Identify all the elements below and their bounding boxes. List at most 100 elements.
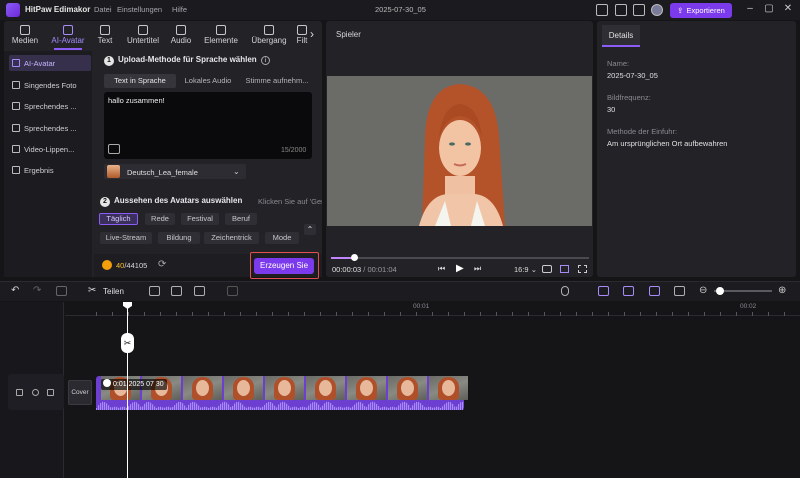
tab-local-audio[interactable]: Lokales Audio xyxy=(176,74,240,88)
chip-fashion[interactable]: Mode xyxy=(265,232,299,244)
chip-cartoon[interactable]: Zeichentrick xyxy=(204,232,259,244)
tab-elements[interactable]: Elemente xyxy=(199,25,243,47)
waveform-bar xyxy=(142,406,144,410)
ruler-tick xyxy=(720,312,721,316)
tab-record-voice[interactable]: Stimme aufnehm... xyxy=(240,74,314,88)
zoom-knob[interactable] xyxy=(716,287,724,295)
playhead[interactable] xyxy=(127,302,128,478)
waveform-bar xyxy=(400,403,402,410)
close-icon[interactable]: ✕ xyxy=(781,2,795,16)
chip-speech[interactable]: Rede xyxy=(145,213,175,225)
split-scissors-icon[interactable]: ✂ xyxy=(121,333,134,353)
next-frame-icon[interactable]: ⏭ xyxy=(474,264,481,274)
sidebar-item-singing-photo[interactable]: Singendes Foto xyxy=(9,77,91,93)
chip-festival[interactable]: Festival xyxy=(181,213,219,225)
link-icon[interactable] xyxy=(598,286,609,296)
shield-icon[interactable] xyxy=(149,286,160,296)
magic-wand-icon[interactable] xyxy=(108,144,120,154)
snap-icon[interactable] xyxy=(623,286,634,296)
cover-button[interactable]: Cover xyxy=(68,380,92,405)
snapshot-icon[interactable] xyxy=(542,265,552,273)
cart-icon[interactable] xyxy=(596,4,608,16)
chip-livestream[interactable]: Live-Stream xyxy=(100,232,152,244)
minimize-icon[interactable]: – xyxy=(743,2,757,16)
fit-icon[interactable] xyxy=(674,286,685,296)
chevron-down-icon[interactable]: ⌄ xyxy=(233,167,240,176)
clip-play-icon xyxy=(103,379,111,387)
ruler-tick xyxy=(768,312,769,316)
waveform-bar xyxy=(408,404,410,410)
tab-text[interactable]: Text xyxy=(88,25,122,47)
info-icon[interactable]: i xyxy=(260,56,270,65)
tab-ai-avatar[interactable]: AI-Avatar xyxy=(46,25,90,50)
chip-job[interactable]: Beruf xyxy=(225,213,257,225)
split-label[interactable]: Teilen xyxy=(103,287,124,296)
audio-icon xyxy=(176,25,186,35)
sidebar-item-lipsync[interactable]: Video-Lippen... xyxy=(9,141,91,157)
video-preview[interactable] xyxy=(327,76,592,226)
lock-icon[interactable] xyxy=(16,389,23,396)
user-avatar-icon[interactable] xyxy=(651,4,663,16)
aspect-ratio-select[interactable]: 16:9 ⌄ xyxy=(514,265,537,274)
sidebar-item-talking-1[interactable]: Sprechendes ... xyxy=(9,98,91,114)
waveform-bar xyxy=(168,406,170,410)
waveform-bar xyxy=(244,406,246,410)
tab-transition[interactable]: Übergang xyxy=(247,25,291,47)
chip-education[interactable]: Bildung xyxy=(158,232,200,244)
sidebar-item-result[interactable]: Ergebnis xyxy=(9,162,91,178)
waveform-bar xyxy=(388,407,390,410)
tab-audio[interactable]: Audio xyxy=(164,25,198,47)
generate-button[interactable]: Erzeugen Sie xyxy=(254,258,314,274)
delete-icon[interactable] xyxy=(56,286,67,296)
zoom-in-icon[interactable]: ⊕ xyxy=(778,285,786,296)
app-logo-icon xyxy=(6,3,20,17)
redo-icon[interactable]: ↷ xyxy=(33,285,41,296)
name-label: Name: xyxy=(607,59,630,68)
zoom-out-icon[interactable]: ⊖ xyxy=(699,285,707,296)
speaker-icon[interactable] xyxy=(47,389,54,396)
export-button[interactable]: ⇪ Exportieren xyxy=(670,3,732,18)
tab-subtitles[interactable]: Untertitel xyxy=(121,25,165,47)
waveform-bar xyxy=(438,406,440,410)
player-progress-track[interactable] xyxy=(331,257,589,259)
scissors-icon[interactable]: ✂ xyxy=(88,285,96,296)
crop-icon[interactable] xyxy=(194,286,205,296)
collapse-chevron-icon[interactable]: ⌃ xyxy=(304,224,316,235)
sidebar-item-talking-2[interactable]: Sprechendes ... xyxy=(9,120,91,136)
ruler-tick xyxy=(304,312,305,316)
waveform-bar xyxy=(350,407,352,410)
menu-file[interactable]: Datei xyxy=(94,5,112,14)
menu-help[interactable]: Hilfe xyxy=(172,5,187,14)
ruler-tick xyxy=(272,312,273,316)
waveform-bar xyxy=(146,402,148,410)
text-box-icon[interactable] xyxy=(171,286,182,296)
grid-icon[interactable] xyxy=(560,265,569,273)
waveform-bar xyxy=(240,402,242,410)
tab-filter[interactable]: Filt xyxy=(292,25,312,47)
fullscreen-icon[interactable] xyxy=(578,265,587,273)
waveform-bar xyxy=(252,407,254,410)
ruler-tick xyxy=(416,312,417,316)
message-icon[interactable] xyxy=(615,4,627,16)
feedback-icon[interactable] xyxy=(633,4,645,16)
unlink-icon[interactable] xyxy=(649,286,660,296)
add-icon[interactable] xyxy=(227,286,238,296)
play-icon[interactable]: ▶ xyxy=(456,263,464,274)
player-progress-knob[interactable] xyxy=(351,254,358,261)
undo-icon[interactable]: ↶ xyxy=(11,285,19,296)
waveform-bar xyxy=(356,402,358,410)
microphone-icon[interactable] xyxy=(561,286,569,296)
prev-frame-icon[interactable]: ⏮ xyxy=(438,264,445,274)
menu-settings[interactable]: Einstellungen xyxy=(117,5,162,14)
tab-media[interactable]: Medien xyxy=(4,25,46,47)
refresh-icon[interactable]: ⟳ xyxy=(158,259,166,270)
maximize-icon[interactable]: ▢ xyxy=(762,2,776,16)
tab-details[interactable]: Details xyxy=(602,25,640,47)
eye-icon[interactable] xyxy=(32,389,39,396)
sidebar-item-ai-avatar[interactable]: AI-Avatar xyxy=(9,55,91,71)
chip-daily[interactable]: Täglich xyxy=(99,213,138,225)
waveform-bar xyxy=(410,407,412,410)
chevron-right-icon[interactable]: › xyxy=(310,27,314,41)
tab-text-to-speech[interactable]: Text in Sprache xyxy=(104,74,176,88)
waveform-bar xyxy=(236,402,238,410)
